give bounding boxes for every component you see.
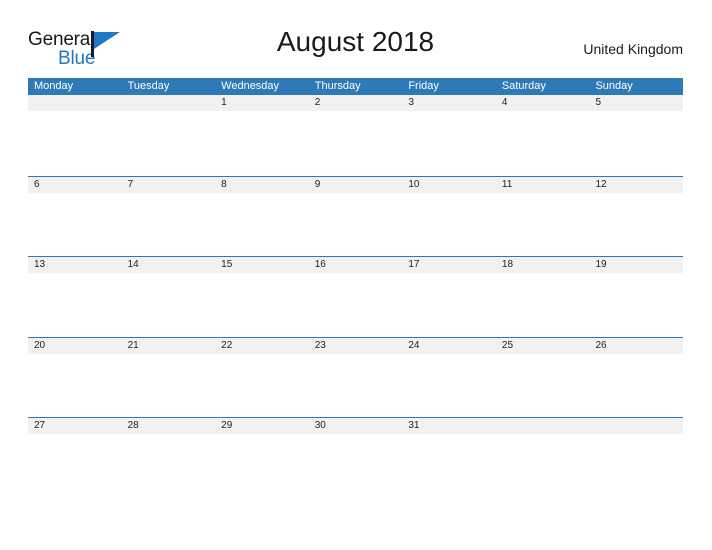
- day-cell[interactable]: 9: [309, 177, 403, 193]
- week-row: 1 2 3 4 5: [28, 95, 683, 176]
- day-cell[interactable]: 12: [589, 177, 683, 193]
- day-cell[interactable]: 21: [122, 338, 216, 354]
- day-cell[interactable]: 3: [402, 95, 496, 111]
- week-row: 20 21 22 23 24 25 26: [28, 336, 683, 418]
- day-cell[interactable]: [122, 95, 216, 111]
- day-cell[interactable]: 31: [402, 418, 496, 434]
- day-cell[interactable]: 8: [215, 177, 309, 193]
- week-date-band: 6 7 8 9 10 11 12: [28, 175, 683, 193]
- day-cell[interactable]: 29: [215, 418, 309, 434]
- day-cell[interactable]: 11: [496, 177, 590, 193]
- page-header: General Blue August 2018 United Kingdom: [28, 26, 683, 74]
- day-cell[interactable]: 5: [589, 95, 683, 111]
- week-body: [28, 273, 683, 336]
- day-cell[interactable]: 19: [589, 257, 683, 273]
- day-cell[interactable]: 10: [402, 177, 496, 193]
- day-cell[interactable]: 22: [215, 338, 309, 354]
- day-cell[interactable]: 18: [496, 257, 590, 273]
- weekday-wednesday: Wednesday: [221, 80, 280, 92]
- day-cell[interactable]: 6: [28, 177, 122, 193]
- day-cell[interactable]: [496, 418, 590, 434]
- day-cell[interactable]: 13: [28, 257, 122, 273]
- calendar-grid: Monday Tuesday Wednesday Thursday Friday…: [28, 78, 683, 498]
- day-cell[interactable]: 25: [496, 338, 590, 354]
- week-body: [28, 434, 683, 497]
- weekday-monday: Monday: [34, 80, 74, 92]
- day-cell[interactable]: 24: [402, 338, 496, 354]
- week-date-band: 13 14 15 16 17 18 19: [28, 256, 683, 273]
- day-cell[interactable]: 4: [496, 95, 590, 111]
- week-row: 13 14 15 16 17 18 19: [28, 256, 683, 337]
- weekday-friday: Friday: [408, 80, 439, 92]
- weekday-thursday: Thursday: [314, 80, 361, 92]
- day-cell[interactable]: 26: [589, 338, 683, 354]
- country-label: United Kingdom: [583, 41, 683, 57]
- day-cell[interactable]: [28, 95, 122, 111]
- week-date-band: 1 2 3 4 5: [28, 95, 683, 111]
- week-body: [28, 353, 683, 417]
- week-body: [28, 192, 683, 256]
- day-cell[interactable]: 15: [215, 257, 309, 273]
- calendar-page: General Blue August 2018 United Kingdom …: [0, 0, 712, 550]
- week-row: 6 7 8 9 10 11 12: [28, 175, 683, 257]
- day-cell[interactable]: 17: [402, 257, 496, 273]
- day-cell[interactable]: 14: [122, 257, 216, 273]
- day-cell[interactable]: 27: [28, 418, 122, 434]
- day-cell[interactable]: 1: [215, 95, 309, 111]
- weekday-saturday: Saturday: [501, 80, 546, 92]
- day-cell[interactable]: 20: [28, 338, 122, 354]
- day-cell[interactable]: [589, 418, 683, 434]
- week-date-band: 20 21 22 23 24 25 26: [28, 336, 683, 354]
- day-cell[interactable]: 30: [309, 418, 403, 434]
- weekday-sunday: Sunday: [595, 80, 633, 92]
- day-cell[interactable]: 28: [122, 418, 216, 434]
- day-cell[interactable]: 23: [309, 338, 403, 354]
- day-cell[interactable]: 7: [122, 177, 216, 193]
- week-date-band: 27 28 29 30 31: [28, 417, 683, 434]
- week-body: [28, 111, 683, 174]
- day-cell[interactable]: 2: [309, 95, 403, 111]
- weekday-header-row: Monday Tuesday Wednesday Thursday Friday…: [28, 78, 683, 95]
- week-row: 27 28 29 30 31: [28, 417, 683, 498]
- weekday-tuesday: Tuesday: [127, 80, 170, 92]
- day-cell[interactable]: 16: [309, 257, 403, 273]
